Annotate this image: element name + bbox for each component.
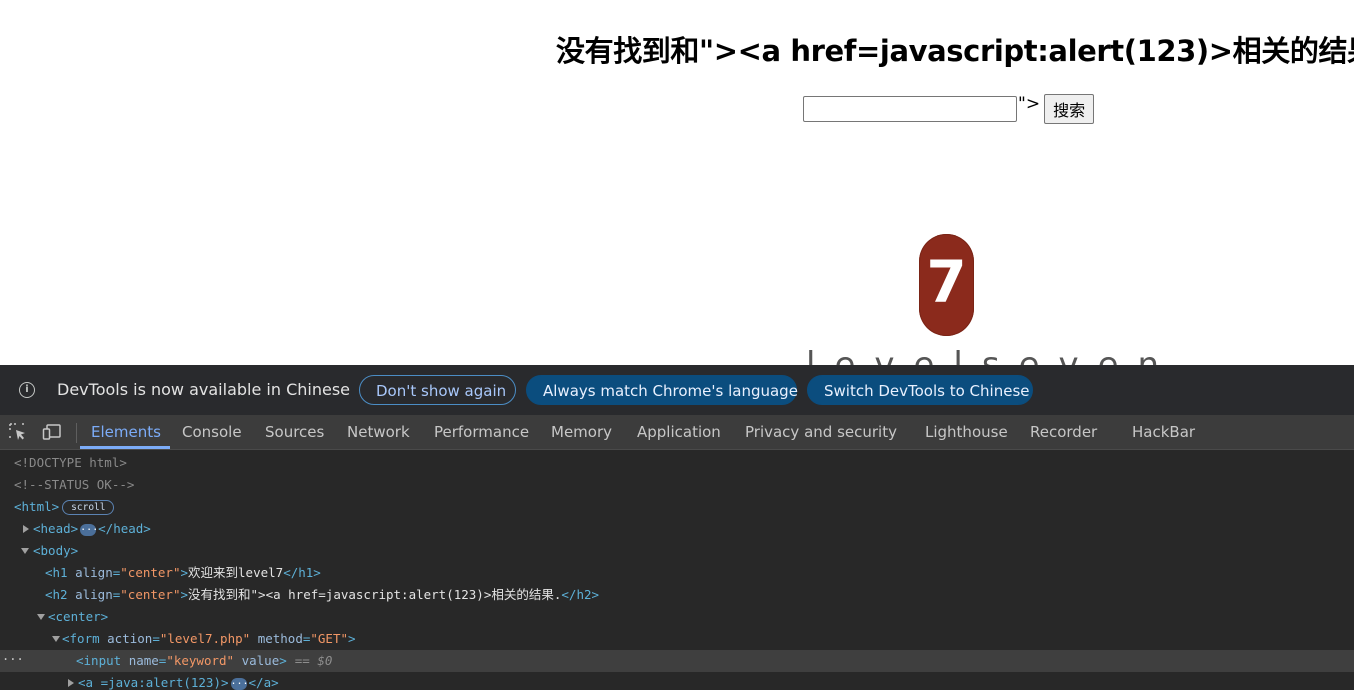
page-heading: 没有找到和"><a href=javascript:alert(123)>相关的… <box>556 34 1354 68</box>
active-tab-indicator <box>80 446 170 449</box>
level-logo: 7 <box>919 234 974 336</box>
tab-console[interactable]: Console <box>182 416 242 449</box>
dont-show-again-button[interactable]: Don't show again <box>359 375 516 405</box>
search-button[interactable]: 搜索 <box>1044 94 1095 124</box>
dom-line-form[interactable]: <form action="level7.php" method="GET"> <box>0 628 1354 650</box>
switch-to-chinese-button[interactable]: Switch DevTools to Chinese <box>807 375 1033 405</box>
scroll-badge[interactable]: scroll <box>62 500 115 515</box>
dom-line-center[interactable]: <center> <box>0 606 1354 628</box>
collapse-triangle-icon[interactable] <box>21 548 29 554</box>
tab-elements[interactable]: Elements <box>91 416 161 449</box>
device-toolbar-icon[interactable] <box>42 422 62 442</box>
inspect-element-icon[interactable] <box>8 422 28 442</box>
tab-performance[interactable]: Performance <box>434 416 529 449</box>
info-icon: i <box>19 382 35 398</box>
level-logo-caption: levelseven <box>806 345 1179 365</box>
tab-lighthouse[interactable]: Lighthouse <box>925 416 1008 449</box>
more-options-icon[interactable]: ... <box>2 646 24 668</box>
dom-line-comment[interactable]: <!--STATUS OK--> <box>0 474 1354 496</box>
infobar-message: DevTools is now available in Chinese <box>57 380 350 399</box>
expand-triangle-icon[interactable] <box>68 679 74 687</box>
dom-line-body[interactable]: <body> <box>0 540 1354 562</box>
devtools-tabbar: Elements Console Sources Network Perform… <box>0 416 1354 450</box>
tab-privacy-security[interactable]: Privacy and security <box>745 416 897 449</box>
toolbar-divider <box>76 423 77 443</box>
collapse-triangle-icon[interactable] <box>37 614 45 620</box>
injected-leftover-text: "> <box>1018 94 1041 114</box>
dom-line-a[interactable]: <a =java:alert(123)> ...</a> <box>0 672 1354 690</box>
tab-application[interactable]: Application <box>637 416 721 449</box>
dom-line-input-selected[interactable]: ... <input name="keyword" value> == $0 <box>0 649 1354 672</box>
search-form: "> 搜索 <box>803 94 1095 124</box>
web-page: 没有找到和"><a href=javascript:alert(123)>相关的… <box>0 0 1354 365</box>
always-match-language-button[interactable]: Always match Chrome's language <box>526 375 798 405</box>
tab-recorder[interactable]: Recorder <box>1030 416 1097 449</box>
collapse-triangle-icon[interactable] <box>52 636 60 642</box>
expand-triangle-icon[interactable] <box>23 525 29 533</box>
ellipsis-icon[interactable]: ... <box>230 676 249 690</box>
dom-line-head[interactable]: <head> ...</head> <box>0 518 1354 540</box>
dom-line-html[interactable]: <html> scroll <box>0 496 1354 518</box>
tab-hackbar[interactable]: HackBar <box>1132 416 1195 449</box>
ellipsis-icon[interactable]: ... <box>80 522 98 536</box>
devtools-panel: i DevTools is now available in Chinese D… <box>0 365 1354 690</box>
tab-sources[interactable]: Sources <box>265 416 324 449</box>
level-logo-number: 7 <box>926 248 967 316</box>
dom-line-h1[interactable]: <h1 align="center">欢迎来到level7</h1> <box>0 562 1354 584</box>
language-infobar: i DevTools is now available in Chinese D… <box>0 365 1354 416</box>
tab-memory[interactable]: Memory <box>551 416 612 449</box>
dom-line-doctype[interactable]: <!DOCTYPE html> <box>0 452 1354 474</box>
tab-network[interactable]: Network <box>347 416 410 449</box>
keyword-input[interactable] <box>803 96 1017 122</box>
dom-line-h2[interactable]: <h2 align="center">没有找到和"><a href=javasc… <box>0 584 1354 606</box>
dom-tree: <!DOCTYPE html> <!--STATUS OK--> <html> s… <box>0 450 1354 690</box>
